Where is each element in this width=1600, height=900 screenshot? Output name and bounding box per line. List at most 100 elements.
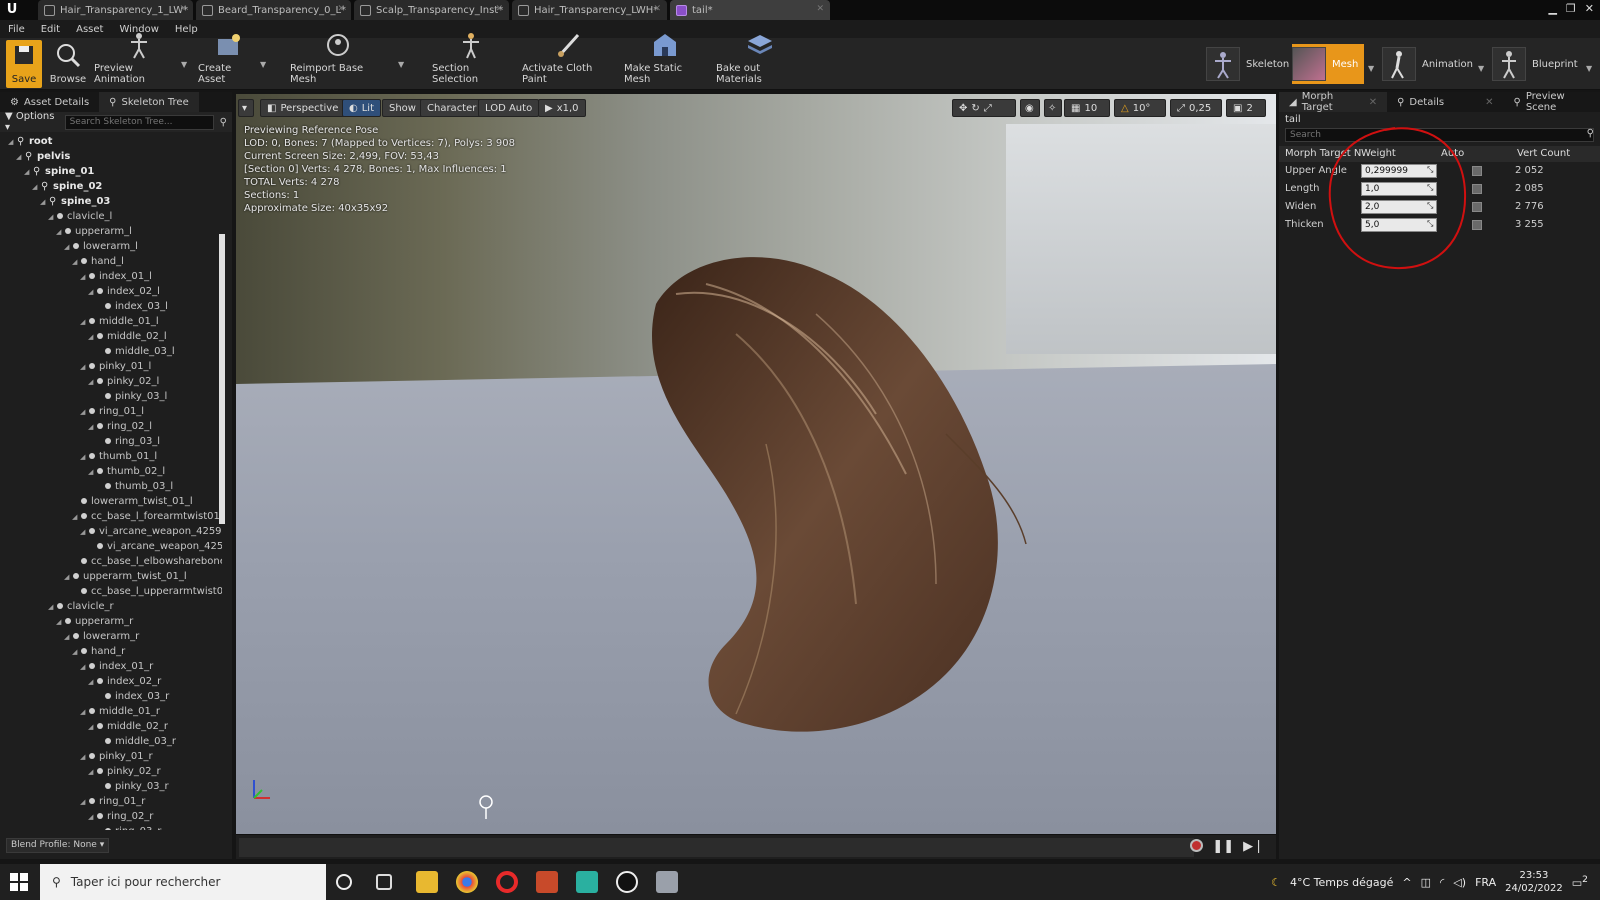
minimize-icon[interactable]: ▁ (1548, 2, 1556, 15)
expand-arrow-icon[interactable]: ◢ (80, 270, 89, 285)
tab-details[interactable]: ⚲ Details ✕ (1387, 92, 1503, 112)
preview-animation-button[interactable]: Preview Animation (94, 33, 184, 88)
bake-out-materials-button[interactable]: Bake out Materials (716, 35, 804, 88)
expand-arrow-icon[interactable]: ◢ (80, 315, 89, 330)
lit-button[interactable]: ◐ Lit (342, 99, 382, 117)
chevron-down-icon[interactable]: ▼ (1368, 64, 1374, 73)
opera-icon[interactable] (496, 871, 518, 893)
close-icon[interactable]: ✕ (816, 4, 824, 14)
expand-arrow-icon[interactable]: ◢ (80, 660, 89, 675)
scale-snap[interactable]: ⤢ 0,25 (1170, 99, 1222, 117)
step-forward-icon[interactable]: ▶❘ (1243, 839, 1264, 854)
expand-arrow-icon[interactable]: ◢ (80, 705, 89, 720)
close-icon[interactable]: ✕ (337, 4, 345, 14)
tree-row[interactable]: ◢ upperarm_twist_01_l (0, 569, 222, 584)
tree-row[interactable]: ◢ clavicle_r (0, 599, 222, 614)
close-icon[interactable]: ✕ (653, 4, 661, 14)
tree-row[interactable]: pinky_03_r (0, 779, 222, 794)
tree-row[interactable]: middle_03_r (0, 734, 222, 749)
viewport-options-dropdown[interactable]: ▾ (238, 99, 254, 117)
tree-row[interactable]: ◢ ring_01_r (0, 794, 222, 809)
chevron-up-icon[interactable]: ^ (1402, 876, 1411, 889)
maximize-icon[interactable]: ❐ (1566, 2, 1576, 15)
tree-row[interactable]: ◢ hand_r (0, 644, 222, 659)
pause-icon[interactable]: ❚❚ (1212, 839, 1234, 854)
cortana-icon[interactable] (336, 874, 352, 890)
section-selection-button[interactable]: Section Selection (432, 33, 510, 88)
tree-row[interactable]: ◢ cc_base_l_forearmtwist01 (0, 509, 222, 524)
blend-profile-dropdown[interactable]: Blend Profile: None ▾ (6, 838, 110, 853)
notification-icon[interactable]: ▭2 (1572, 874, 1588, 890)
close-icon[interactable]: ✕ (1485, 97, 1493, 108)
menu-edit[interactable]: Edit (41, 24, 60, 35)
tab-scalp-transparency[interactable]: Scalp_Transparency_Inst* ✕ (354, 0, 509, 20)
blueprint-mode-button[interactable]: Blueprint (1492, 44, 1578, 84)
tree-row[interactable]: ◢ thumb_01_l (0, 449, 222, 464)
transform-tools[interactable]: ✥ ↻ ⤢ (952, 99, 1016, 117)
expand-arrow-icon[interactable]: ◢ (88, 810, 97, 825)
app-window-icon[interactable] (656, 871, 678, 893)
reimport-base-mesh-button[interactable]: Reimport Base Mesh (290, 34, 386, 88)
timeline-track[interactable] (239, 838, 1194, 857)
expand-arrow-icon[interactable]: ◢ (88, 375, 97, 390)
show-button[interactable]: Show (382, 99, 423, 117)
tab-morph-target[interactable]: ◢ Morph Target ✕ (1279, 91, 1388, 113)
activate-cloth-paint-button[interactable]: Activate Cloth Paint (522, 33, 614, 88)
expand-arrow-icon[interactable]: ◢ (88, 420, 97, 435)
playback-speed-button[interactable]: ▶ x1,0 (538, 99, 586, 117)
expand-arrow-icon[interactable]: ◢ (88, 720, 97, 735)
character-button[interactable]: Character (420, 99, 484, 117)
expand-arrow-icon[interactable]: ◢ (88, 330, 97, 345)
tree-row[interactable]: cc_base_l_elbowsharebone (0, 554, 222, 569)
unreal-logo-icon[interactable]: U (4, 2, 20, 18)
tab-hair-transparency-lwh[interactable]: Hair_Transparency_LWH* ✕ (512, 0, 667, 20)
make-static-mesh-button[interactable]: Make Static Mesh (624, 34, 706, 88)
expand-arrow-icon[interactable]: ◢ (40, 195, 49, 210)
tree-row[interactable]: ◢ index_02_l (0, 284, 222, 299)
search-icon[interactable]: ⚲ (220, 117, 227, 128)
tree-row[interactable]: ◢ ⚲ spine_03 (0, 194, 222, 209)
menu-file[interactable]: File (8, 24, 25, 35)
save-button[interactable]: Save (6, 40, 42, 88)
tree-row[interactable]: ◢ middle_02_r (0, 719, 222, 734)
expand-arrow-icon[interactable]: ◢ (56, 615, 65, 630)
menu-asset[interactable]: Asset (76, 24, 103, 35)
tree-row[interactable]: ◢ lowerarm_r (0, 629, 222, 644)
skeleton-mode-button[interactable]: Skeleton (1206, 44, 1289, 84)
expand-arrow-icon[interactable]: ◢ (88, 675, 97, 690)
expand-arrow-icon[interactable]: ◢ (88, 465, 97, 480)
windows-start-icon[interactable] (10, 873, 28, 891)
expand-arrow-icon[interactable]: ◢ (80, 405, 89, 420)
network-icon[interactable]: ◫ (1421, 876, 1431, 889)
tree-row[interactable]: cc_base_l_upperarmtwist0 (0, 584, 222, 599)
tree-row[interactable]: ◢ clavicle_l (0, 209, 222, 224)
expand-arrow-icon[interactable]: ◢ (64, 570, 73, 585)
tree-row[interactable]: ◢ upperarm_r (0, 614, 222, 629)
tree-row[interactable]: ◢ index_02_r (0, 674, 222, 689)
column-vert-count[interactable]: Vert Count (1517, 148, 1570, 159)
tree-row[interactable]: ◢ thumb_02_l (0, 464, 222, 479)
expand-arrow-icon[interactable]: ◢ (72, 255, 81, 270)
tree-row[interactable]: ◢ middle_01_l (0, 314, 222, 329)
close-icon[interactable]: ✕ (179, 4, 187, 14)
tree-row[interactable]: ◢ ring_01_l (0, 404, 222, 419)
grid-snap[interactable]: ▦ 10 (1064, 99, 1110, 117)
unreal-engine-icon[interactable] (616, 871, 638, 893)
search-icon[interactable]: ⚲ (1587, 128, 1594, 139)
tree-row[interactable]: thumb_03_l (0, 479, 222, 494)
tree-row[interactable]: ◢ ⚲ pelvis (0, 149, 222, 164)
tree-row[interactable]: ◢ upperarm_l (0, 224, 222, 239)
camera-speed[interactable]: ▣ 2 (1226, 99, 1266, 117)
tree-scrollbar[interactable] (219, 234, 225, 524)
tree-row[interactable]: middle_03_l (0, 344, 222, 359)
tree-row[interactable]: ◢ ⚲ spine_01 (0, 164, 222, 179)
expand-arrow-icon[interactable]: ◢ (72, 510, 81, 525)
world-local-toggle[interactable]: ◉ (1020, 99, 1040, 117)
tree-row[interactable]: lowerarm_twist_01_l (0, 494, 222, 509)
tree-row[interactable]: pinky_03_l (0, 389, 222, 404)
tree-row[interactable]: ◢ pinky_02_r (0, 764, 222, 779)
viewport[interactable]: ▾ ◧ Perspective ◐ Lit Show Character LOD A… (236, 94, 1276, 834)
tree-row[interactable]: ring_03_r (0, 824, 222, 830)
auto-checkbox[interactable] (1472, 202, 1482, 212)
menu-help[interactable]: Help (175, 24, 198, 35)
